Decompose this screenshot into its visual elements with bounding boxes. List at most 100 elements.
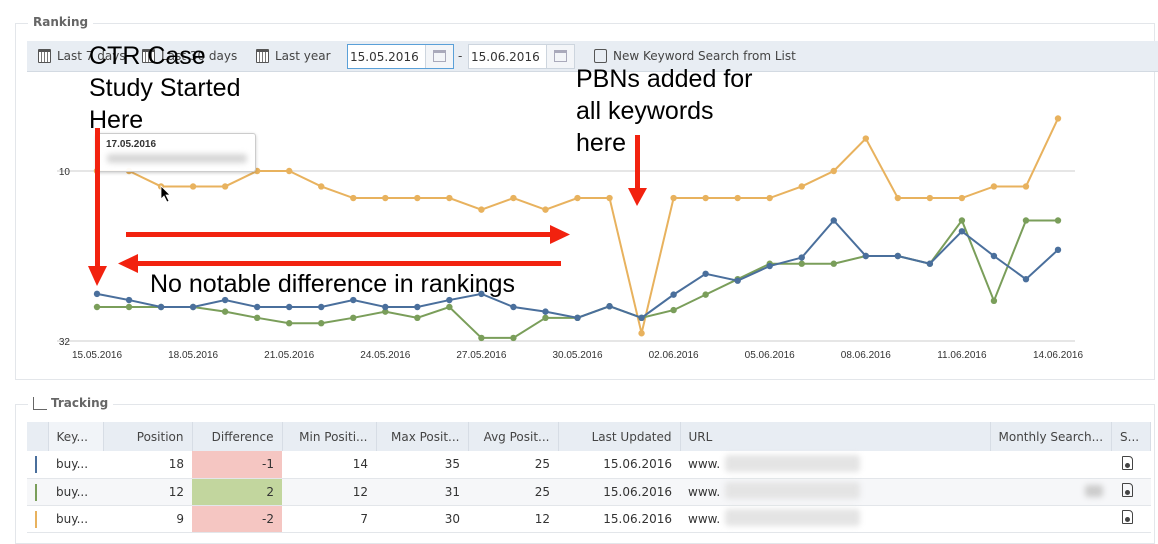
x-tick-label: 08.06.2016	[841, 350, 891, 361]
data-point	[638, 314, 645, 322]
data-point	[382, 194, 389, 202]
data-point	[1054, 217, 1062, 224]
data-point	[542, 206, 549, 213]
cell-monthly	[990, 451, 1112, 479]
col-min-position[interactable]: Min Positi...	[282, 422, 377, 451]
annotation-pbn-line: PBNs added for	[576, 65, 753, 93]
annotation-pbn-line: here	[576, 129, 627, 157]
col-avg-position[interactable]: Avg Posit...	[468, 422, 559, 451]
cell-keyword[interactable]: buy...	[48, 505, 103, 533]
cell-max: 30	[376, 505, 468, 533]
cell-keyword[interactable]: buy...	[48, 451, 103, 479]
data-point	[894, 194, 902, 202]
screenshot-file-icon[interactable]	[1121, 510, 1133, 524]
cell-avg: 12	[468, 505, 558, 533]
data-point	[958, 217, 966, 224]
monthly-blurred	[1085, 485, 1103, 497]
annotation-pbn: PBNs added for all keywords here	[576, 63, 753, 159]
data-point	[894, 252, 902, 260]
annotation-no-difference: No notable difference in rankings	[150, 270, 516, 298]
data-point	[606, 194, 613, 202]
data-point	[414, 314, 421, 322]
data-point	[734, 277, 741, 284]
data-point	[862, 252, 869, 260]
x-tick-label: 15.05.2016	[72, 350, 122, 361]
col-position[interactable]: Position	[103, 422, 193, 451]
data-point	[1054, 115, 1062, 122]
data-point	[798, 260, 805, 267]
cell-screenshot[interactable]	[1111, 451, 1151, 479]
data-point	[670, 291, 677, 298]
data-point	[286, 303, 293, 311]
table-row[interactable]: buy... 18 -1 14 35 25 15.06.2016 www.	[27, 451, 1151, 479]
data-point	[574, 194, 581, 202]
annotation-pbn-line: all keywords	[576, 97, 714, 125]
col-url[interactable]: URL	[680, 422, 991, 451]
row-color-stripe	[27, 451, 48, 479]
data-point	[958, 228, 966, 235]
cell-screenshot[interactable]	[1111, 505, 1151, 533]
x-tick-label: 11.06.2016	[937, 350, 987, 361]
x-tick-label: 02.06.2016	[649, 350, 699, 361]
chart-tooltip: 17.05.2016	[96, 133, 256, 172]
cell-difference: -1	[192, 451, 282, 479]
cell-min: 7	[282, 505, 376, 533]
data-point	[1022, 275, 1030, 283]
data-point	[990, 252, 998, 260]
col-max-position[interactable]: Max Posit...	[376, 422, 469, 451]
col-difference[interactable]: Difference	[192, 422, 283, 451]
screenshot-file-icon[interactable]	[1121, 483, 1133, 497]
annotation-ctr-line: CTR Case	[89, 42, 206, 70]
data-point	[318, 183, 325, 190]
data-point	[734, 194, 741, 202]
data-point	[414, 194, 421, 202]
data-point	[1054, 246, 1062, 254]
data-point	[478, 206, 485, 213]
data-point	[189, 303, 197, 311]
table-header: Key... Position Difference Min Positi...…	[27, 422, 1151, 451]
cell-avg: 25	[468, 451, 558, 479]
data-point	[670, 194, 677, 202]
row-color-stripe	[27, 478, 48, 506]
data-point	[414, 303, 421, 311]
cell-min: 14	[282, 451, 376, 479]
data-point	[542, 308, 549, 315]
data-point	[478, 334, 485, 342]
data-point	[286, 167, 293, 175]
data-point	[830, 260, 837, 267]
table-row[interactable]: buy... 12 2 12 31 25 15.06.2016 www.	[27, 478, 1151, 506]
cell-difference: -2	[192, 505, 282, 533]
data-point	[125, 303, 133, 311]
cell-keyword[interactable]: buy...	[48, 478, 103, 506]
data-point	[702, 194, 709, 202]
data-point	[510, 194, 517, 202]
cell-max: 35	[376, 451, 468, 479]
url-blurred	[725, 482, 860, 499]
col-keyword[interactable]: Key...	[48, 422, 104, 451]
x-tick-label: 21.05.2016	[264, 350, 314, 361]
url-blurred	[725, 509, 860, 526]
table-row[interactable]: buy... 9 -2 7 30 12 15.06.2016 www.	[27, 505, 1151, 533]
annotation-ctr-line: Study Started	[89, 74, 241, 102]
tracking-table: Key... Position Difference Min Positi...…	[27, 422, 1151, 533]
col-stripe	[27, 422, 49, 451]
data-point	[446, 194, 453, 202]
col-last-updated[interactable]: Last Updated	[558, 422, 681, 451]
col-s[interactable]: S...	[1111, 422, 1151, 451]
data-point	[798, 183, 805, 190]
data-point	[766, 262, 773, 270]
data-point	[798, 254, 805, 261]
tooltip-blurred-content	[107, 154, 247, 163]
data-point	[766, 194, 773, 202]
annotation-ctr-line: Here	[89, 106, 144, 134]
cell-difference: 2	[192, 478, 282, 506]
cell-screenshot[interactable]	[1111, 478, 1151, 506]
data-point	[958, 194, 966, 202]
x-tick-label: 18.05.2016	[168, 350, 218, 361]
row-color-stripe	[27, 505, 48, 533]
data-point	[510, 334, 517, 342]
data-point	[350, 194, 357, 202]
screenshot-file-icon[interactable]	[1121, 455, 1133, 470]
data-point	[93, 303, 101, 311]
col-monthly-searches[interactable]: Monthly Search...	[990, 422, 1113, 451]
